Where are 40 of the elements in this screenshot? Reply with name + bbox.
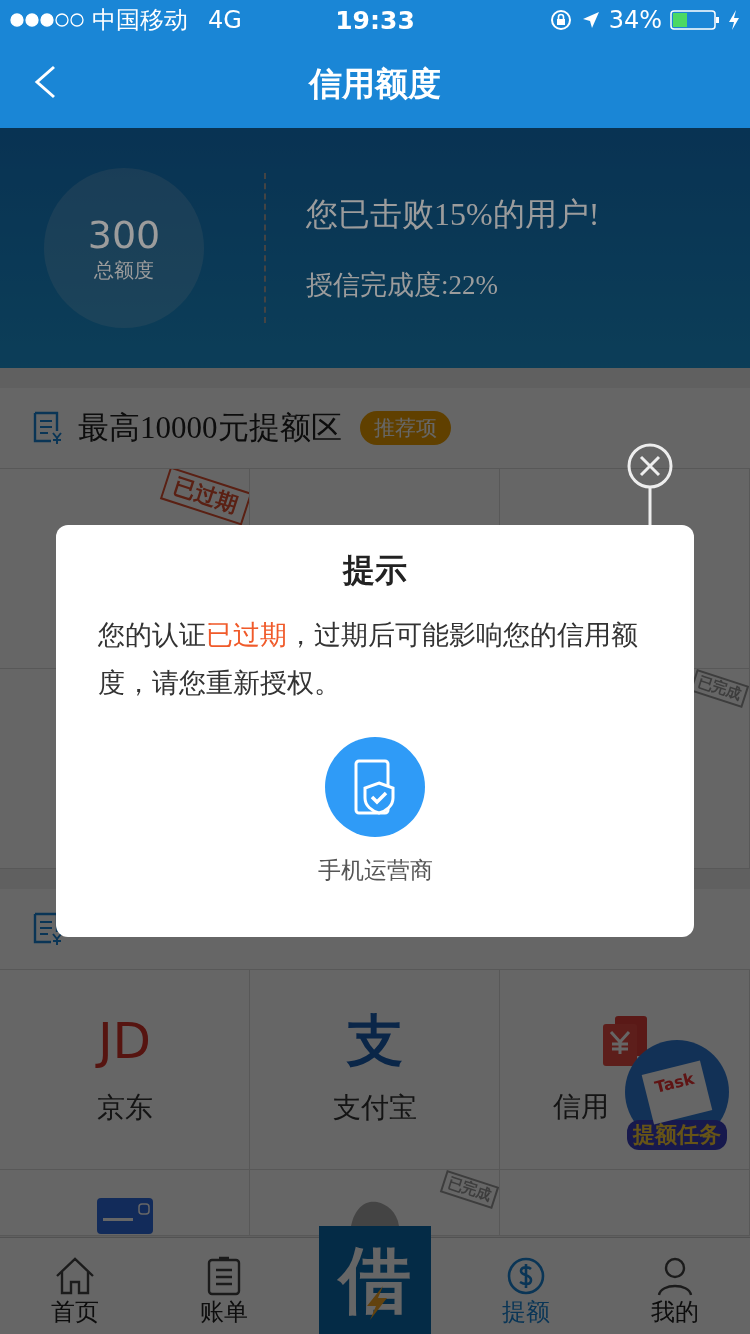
charging-bolt-icon (728, 9, 740, 31)
back-icon[interactable] (32, 64, 58, 100)
recommended-badge: 推荐项 (359, 411, 451, 445)
carrier-name: 中国移动 (92, 5, 188, 36)
task-card-text: Task (652, 1068, 697, 1097)
signal-icon (10, 13, 84, 27)
page-title: 信用额度 (309, 62, 441, 105)
credit-source-tile[interactable]: 支 支付宝 (250, 970, 500, 1170)
battery-percent: 34% (608, 6, 662, 34)
brand-logo: JD (97, 1012, 152, 1069)
bill-yen-icon (32, 912, 64, 946)
network-type: 4G (208, 6, 242, 34)
carrier-auth-item[interactable]: 手机运营商 (317, 737, 433, 886)
bill-yen-icon (32, 411, 64, 445)
battery-icon (670, 9, 720, 31)
tile-label: 支付宝 (332, 1089, 417, 1126)
clock-time: 19:33 (335, 5, 415, 35)
close-icon[interactable] (626, 442, 674, 528)
dialog-title: 提示 (343, 550, 407, 591)
nav-tab[interactable]: 提额 (451, 1238, 601, 1334)
dialog-message: 您的认证已过期，过期后可能影响您的信用额度，请您重新授权。 (98, 618, 639, 700)
yen-document-icon (600, 1013, 649, 1068)
tile-label: 信用 (552, 1088, 609, 1125)
borrow-tab[interactable]: 借 (319, 1226, 431, 1334)
task-label: 提额任务 (627, 1120, 727, 1150)
section-title: 最高10000元提额区 (78, 409, 342, 447)
credit-source-tile[interactable] (0, 1170, 250, 1236)
nav-tab[interactable]: 首页 (0, 1238, 150, 1334)
brand-logo: 支 (346, 1012, 403, 1069)
credit-label: 总额度 (94, 256, 154, 284)
credit-source-tile[interactable] (500, 1170, 750, 1236)
nav-tab[interactable]: 我的 (600, 1238, 750, 1334)
nav-tab[interactable]: 账单 (149, 1238, 299, 1334)
tile-label: 京东 (96, 1089, 153, 1126)
credit-source-tile[interactable]: JD 京东 (0, 970, 250, 1170)
phone-shield-icon (325, 737, 425, 837)
completion-text: 授信完成度:22% (306, 269, 499, 302)
rank-headline: 您已击败15%的用户! (306, 195, 600, 234)
credit-amount: 300 (87, 212, 161, 257)
rotation-lock-icon (548, 8, 573, 32)
